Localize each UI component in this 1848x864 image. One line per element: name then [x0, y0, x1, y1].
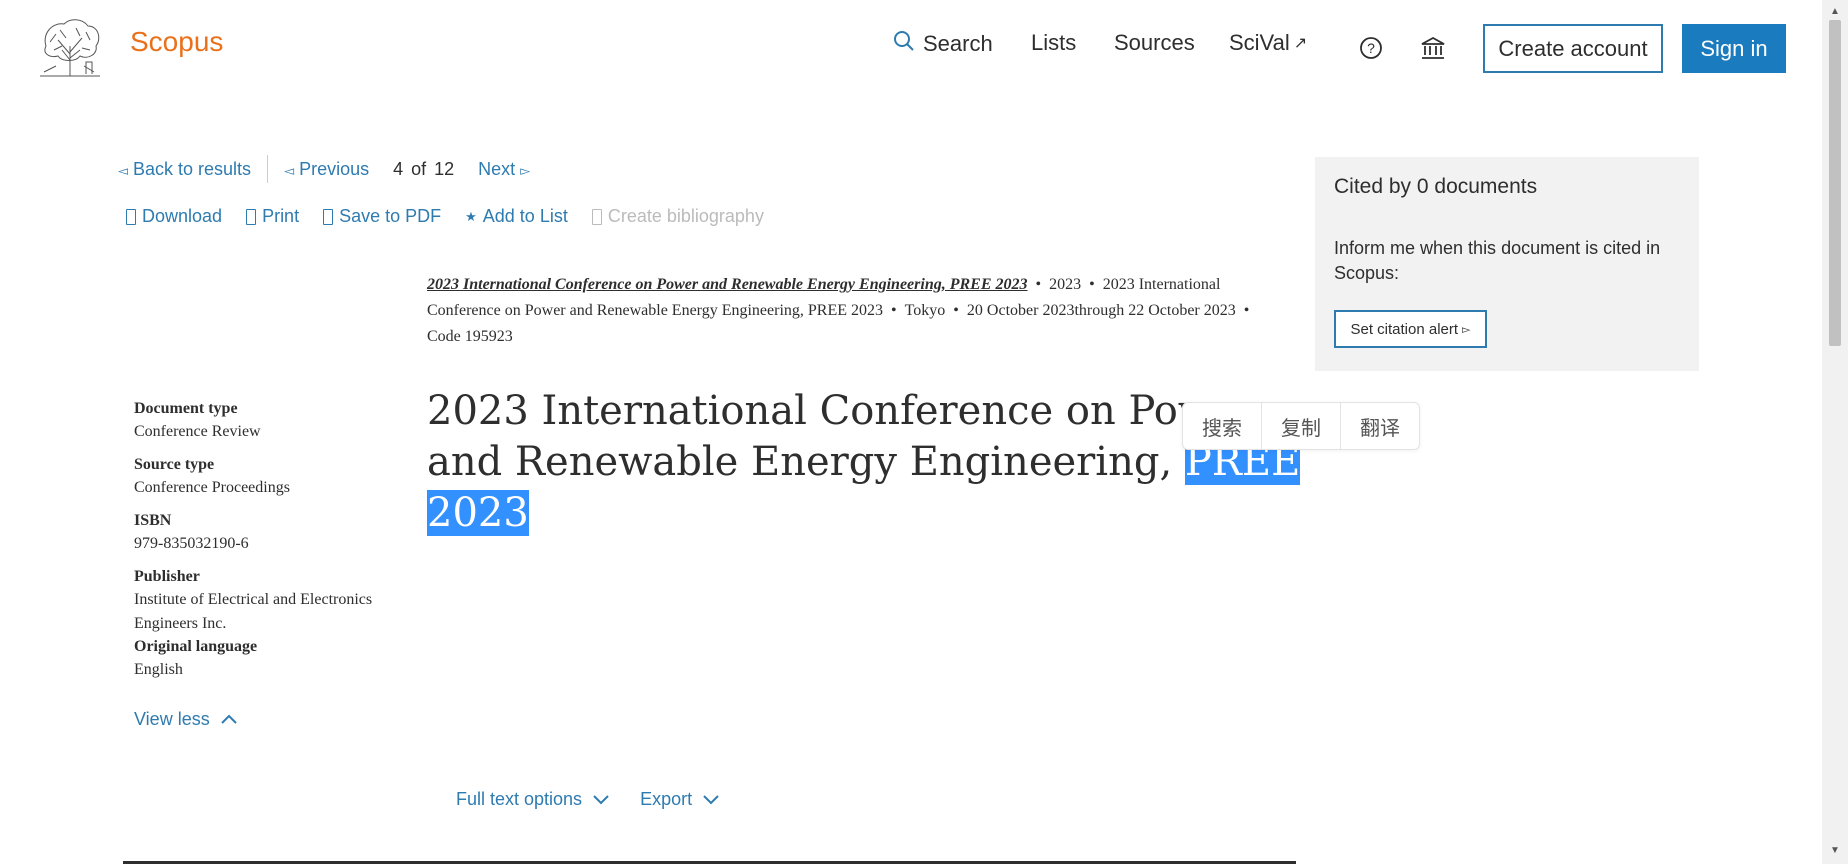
- scroll-up-arrow-icon[interactable]: ▲: [1830, 6, 1840, 17]
- full-text-options-dropdown[interactable]: Full text options: [456, 789, 610, 810]
- source-title-link[interactable]: 2023 International Conference on Power a…: [427, 276, 1028, 293]
- conference-dates: 20 October 2023through 22 October 2023: [966, 302, 1236, 319]
- previous-arrow-icon: ◅: [284, 162, 295, 178]
- context-copy-button[interactable]: 复制: [1262, 403, 1341, 449]
- add-to-list-button[interactable]: ★ Add to List: [465, 206, 568, 227]
- chevron-down-icon: [592, 789, 610, 810]
- conference-code: Code 195923: [427, 328, 513, 345]
- create-bibliography-button[interactable]: Create bibliography: [591, 206, 764, 227]
- language-value: English: [134, 661, 183, 678]
- source-year: 2023: [1049, 276, 1082, 293]
- scrollbar[interactable]: ▲ ▼: [1822, 0, 1848, 864]
- source-type-label: Source type: [134, 456, 215, 473]
- document-metadata: Document type Conference Review Source t…: [134, 398, 404, 692]
- download-icon: [126, 208, 136, 225]
- chevron-down-icon: [702, 789, 720, 810]
- print-icon: [246, 208, 257, 225]
- bibliography-icon: [591, 208, 602, 225]
- cited-by-title: Cited by 0 documents: [1334, 175, 1538, 198]
- back-to-results-link[interactable]: ◅ Back to results: [118, 159, 251, 180]
- chevron-up-icon: [220, 709, 238, 730]
- download-button[interactable]: Download: [126, 206, 222, 227]
- nav-sources[interactable]: Sources: [1114, 30, 1195, 56]
- nav-scival-label: SciVal: [1229, 30, 1290, 55]
- isbn-value: 979-835032190-6: [134, 535, 249, 552]
- divider: [267, 155, 269, 183]
- institution-icon[interactable]: [1419, 34, 1447, 62]
- scrollbar-thumb[interactable]: [1829, 20, 1841, 346]
- star-icon: ★: [465, 208, 477, 224]
- document-actions: Download Print Save to PDF ★ Add to List …: [126, 206, 764, 227]
- result-count: 4 of 12: [393, 158, 455, 179]
- full-text-options-bar: Full text options Export: [456, 789, 720, 810]
- help-icon[interactable]: ?: [1357, 34, 1385, 62]
- search-icon: [893, 30, 915, 58]
- nav-search-label: Search: [923, 31, 993, 56]
- arrow-right-icon: ▻: [1462, 323, 1471, 336]
- svg-text:?: ?: [1367, 40, 1375, 56]
- pdf-icon: [323, 208, 334, 225]
- cited-by-panel: Cited by 0 documents Inform me when this…: [1315, 157, 1699, 371]
- isbn-label: ISBN: [134, 512, 172, 529]
- language-label: Original language: [134, 638, 258, 655]
- scopus-brand[interactable]: Scopus: [130, 26, 223, 58]
- external-link-icon: ↗: [1293, 35, 1308, 52]
- publisher-label: Publisher: [134, 568, 200, 585]
- print-button[interactable]: Print: [246, 206, 299, 227]
- conference-location: Tokyo: [904, 302, 946, 319]
- export-dropdown[interactable]: Export: [640, 789, 720, 810]
- selection-context-menu: 搜索 复制 翻译: [1182, 402, 1420, 450]
- publisher-value: Institute of Electrical and Electronics …: [134, 591, 373, 632]
- back-arrow-icon: ◅: [118, 162, 128, 178]
- view-less-toggle[interactable]: View less: [134, 709, 238, 730]
- previous-link[interactable]: ◅ Previous: [284, 159, 369, 180]
- source-info: 2023 International Conference on Power a…: [427, 276, 1250, 345]
- cited-by-description: Inform me when this document is cited in…: [1334, 238, 1661, 283]
- elsevier-logo[interactable]: [36, 16, 104, 78]
- source-type-value: Conference Proceedings: [134, 479, 290, 496]
- nav-search[interactable]: Search: [893, 30, 993, 58]
- nav-lists[interactable]: Lists: [1031, 30, 1076, 56]
- save-to-pdf-button[interactable]: Save to PDF: [323, 206, 441, 227]
- context-translate-button[interactable]: 翻译: [1341, 403, 1419, 449]
- next-arrow-icon: ▻: [520, 162, 531, 178]
- next-link[interactable]: Next ▻: [478, 159, 530, 180]
- context-search-button[interactable]: 搜索: [1183, 403, 1262, 449]
- sign-in-button[interactable]: Sign in: [1682, 24, 1786, 73]
- nav-scival[interactable]: SciVal ↗: [1229, 30, 1307, 56]
- result-pager: ◅ Back to results ◅ Previous 4 of 12 Nex…: [118, 155, 530, 183]
- doc-type-value: Conference Review: [134, 423, 261, 440]
- doc-type-label: Document type: [134, 400, 238, 417]
- set-citation-alert-button[interactable]: Set citation alert ▻: [1334, 310, 1487, 348]
- scroll-down-arrow-icon[interactable]: ▼: [1830, 845, 1840, 856]
- create-account-button[interactable]: Create account: [1483, 24, 1663, 73]
- header: Scopus Search Lists Sources SciVal ↗ ? C…: [0, 0, 1822, 100]
